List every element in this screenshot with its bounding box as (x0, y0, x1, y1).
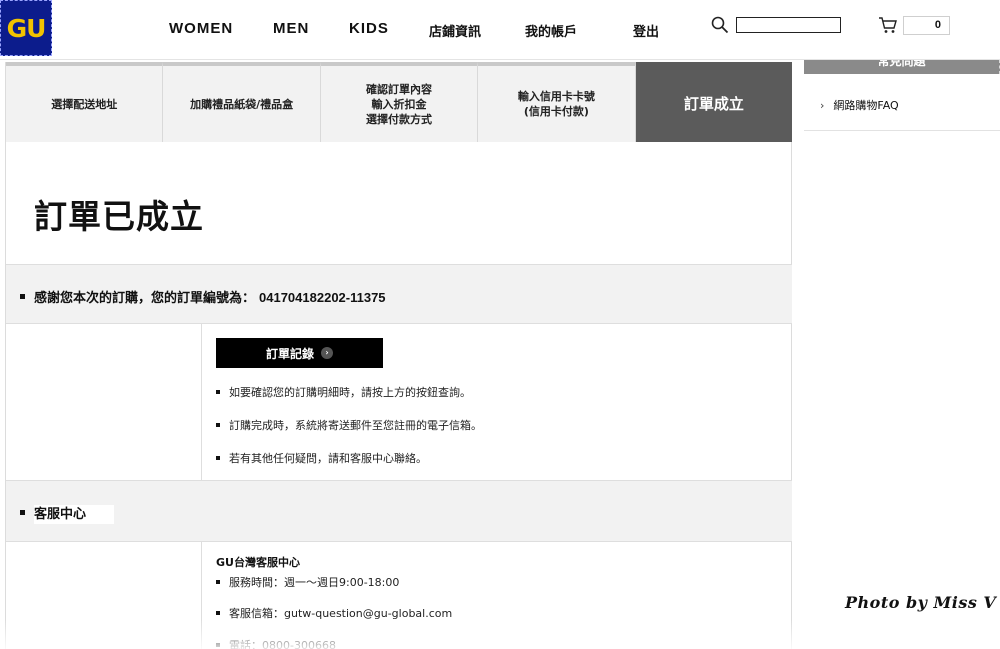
note-text: 若有其他任何疑問，請和客服中心聯絡。 (229, 452, 427, 465)
service-email: 客服信箱：gutw-question@gu-global.com (216, 605, 452, 621)
nav-logout[interactable]: 登出 (633, 21, 659, 40)
service-center-title: GU台灣客服中心 (216, 556, 300, 569)
step-label: 加購禮品紙袋/禮品盒 (190, 97, 294, 111)
column-divider (201, 324, 202, 480)
bullet (20, 510, 25, 515)
bullet (20, 294, 25, 299)
sidebar: 常見問題 › 網路購物FAQ (804, 60, 1000, 649)
main-content: 選擇配送地址 加購禮品紙袋/禮品盒 確認訂單內容 輸入折扣金 選擇付款方式 輸入… (5, 62, 793, 649)
thanks-text: 感謝您本次的訂購，您的訂單編號為： (34, 291, 256, 306)
logo-text: GU (6, 13, 47, 43)
customer-service-label: 客服中心 (34, 505, 115, 524)
nav-store-info[interactable]: 店鋪資訊 (429, 21, 481, 40)
bullet (216, 611, 220, 615)
nav-men[interactable]: MEN (273, 20, 309, 37)
bullet (216, 580, 220, 584)
service-hours: 服務時間：週一～週日9:00-18:00 (216, 574, 399, 590)
order-number-band: 感謝您本次的訂購，您的訂單編號為： 041704182202-11375 (6, 264, 792, 324)
customer-service-heading: 客服中心 (20, 503, 115, 524)
gu-logo[interactable]: GU (0, 0, 52, 56)
nav-my-account[interactable]: 我的帳戶 (525, 21, 577, 40)
step-gift-bag: 加購禮品紙袋/禮品盒 (163, 62, 321, 142)
nav-women[interactable]: WOMEN (169, 20, 233, 37)
note-item: 如要確認您的訂購明細時，請按上方的按鈕查詢。 (216, 384, 471, 400)
order-history-button[interactable]: 訂單記錄 › (216, 338, 383, 368)
step-label: 輸入信用卡卡號 (517, 90, 595, 103)
site-header: GU WOMEN MEN KIDS 店鋪資訊 我的帳戶 登出 0 (0, 0, 1000, 60)
faq-link[interactable]: › 網路購物FAQ (820, 97, 899, 113)
service-item-text: 服務時間：週一～週日9:00-18:00 (229, 576, 400, 589)
bullet (216, 643, 220, 647)
step-label: (信用卡付款) (523, 105, 589, 118)
step-label: 選擇配送地址 (51, 97, 118, 111)
note-item: 訂購完成時，系統將寄送郵件至您註冊的電子信箱。 (216, 417, 482, 433)
search-input[interactable] (736, 17, 841, 33)
bullet (216, 456, 220, 460)
step-confirm-order: 確認訂單內容 輸入折扣金 選擇付款方式 (320, 62, 479, 142)
customer-service-band: 客服中心 (6, 480, 792, 542)
page-title: 訂單已成立 (34, 197, 204, 236)
step-label: 輸入折扣金 (371, 97, 427, 111)
checkout-steps: 選擇配送地址 加購禮品紙袋/禮品盒 確認訂單內容 輸入折扣金 選擇付款方式 輸入… (6, 62, 793, 142)
step-label: 訂單成立 (683, 94, 744, 113)
faq-header-label: 常見問題 (877, 60, 926, 68)
step-credit-card: 輸入信用卡卡號 (信用卡付款) (478, 62, 636, 142)
page: GU WOMEN MEN KIDS 店鋪資訊 我的帳戶 登出 0 選擇配送地址 … (0, 0, 1000, 649)
bullet (216, 423, 220, 427)
note-text: 訂購完成時，系統將寄送郵件至您註冊的電子信箱。 (229, 419, 482, 432)
service-phone: 電話：0800-300668 (216, 637, 336, 649)
cart-count-badge[interactable]: 0 (903, 16, 950, 35)
step-order-complete: 訂單成立 (635, 62, 793, 142)
step-select-address: 選擇配送地址 (6, 62, 164, 142)
nav-kids[interactable]: KIDS (349, 20, 389, 37)
divider (804, 130, 1000, 131)
step-label: 確認訂單內容 (366, 82, 433, 96)
note-item: 若有其他任何疑問，請和客服中心聯絡。 (216, 450, 427, 466)
photo-watermark: Photo by Miss V (845, 593, 997, 612)
faq-header: 常見問題 (804, 60, 1000, 74)
bullet (216, 390, 220, 394)
service-item-text: 電話：0800-300668 (229, 639, 336, 649)
order-history-button-label: 訂單記錄 (265, 346, 314, 361)
step-label: 選擇付款方式 (366, 112, 433, 126)
search-icon[interactable] (711, 16, 729, 34)
service-item-text: 客服信箱：gutw-question@gu-global.com (229, 607, 453, 620)
cart-icon[interactable] (878, 16, 898, 34)
column-divider (201, 542, 202, 649)
chevron-right-icon: › (321, 347, 333, 359)
faq-link-label: 網路購物FAQ (833, 99, 899, 112)
chevron-right-icon: › (820, 99, 825, 112)
note-text: 如要確認您的訂購明細時，請按上方的按鈕查詢。 (229, 386, 471, 399)
order-number-line: 感謝您本次的訂購，您的訂單編號為： 041704182202-11375 (20, 287, 386, 306)
order-number: 041704182202-11375 (259, 290, 386, 305)
